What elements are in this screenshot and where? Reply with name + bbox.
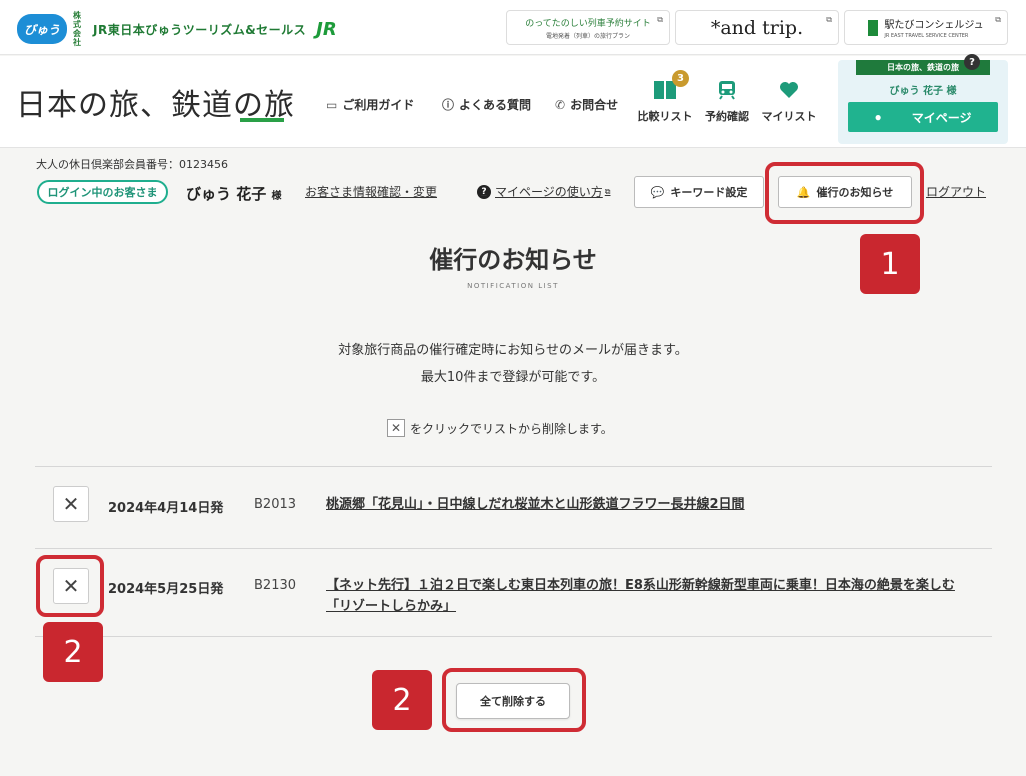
login-status-badge: ログイン中のお客さま <box>37 180 168 204</box>
nav-guide[interactable]: ▭ ご利用ガイド <box>326 96 414 113</box>
logo-rail-decoration <box>240 118 284 122</box>
divider <box>35 636 992 637</box>
eki-tabi-concierge-link[interactable]: 駅たびコンシェルジュ JR EAST TRAVEL SERVICE CENTER… <box>844 10 1008 45</box>
departure-date: 2024年5月25日発 <box>108 582 224 597</box>
heart-icon <box>777 80 801 100</box>
concierge-sub: JR EAST TRAVEL SERVICE CENTER <box>884 33 969 39</box>
question-icon: ⓘ <box>442 98 455 112</box>
annotation-box-2b <box>442 668 586 732</box>
user-honorific: 様 <box>271 191 282 202</box>
annotation-number-2a: 2 <box>43 622 103 682</box>
nav-contact-label: お問合せ <box>570 98 619 112</box>
help-icon[interactable]: ? <box>964 54 980 70</box>
compare-list-label: 比較リスト <box>637 110 693 123</box>
company-type: 株式会社 <box>73 11 81 47</box>
annotation-box-2a <box>36 555 104 617</box>
delete-hint-text: をクリックでリストから削除します。 <box>410 421 613 436</box>
train-booking-site-sub: 電地発着（列車）の旅行プラン <box>545 32 630 40</box>
and-trip-link[interactable]: *and trip. ⧉ <box>675 10 839 45</box>
mypage-button[interactable]: ● マイページ <box>848 102 998 132</box>
list-item: ✕ 2024年5月25日発 B2130 【ネット先行】１泊２日で楽しむ東日本列車… <box>35 549 992 636</box>
compare-count-badge: 3 <box>672 70 689 87</box>
external-link-icon: ⧉ <box>995 15 1001 24</box>
view-logo: びゅう <box>17 14 67 44</box>
keyword-settings-button[interactable]: 💬 キーワード設定 <box>634 176 764 208</box>
site-header: 日本の旅、鉄道の旅 ▭ ご利用ガイド ⓘ よくある質問 ✆ お問合せ 3 比較リ… <box>0 54 1026 148</box>
user-icon: ● <box>874 110 882 124</box>
page-title: 催行のお知らせ <box>429 246 597 274</box>
close-icon: ✕ <box>62 493 80 516</box>
chat-icon: 💬 <box>650 186 665 199</box>
external-link-icon: ⧉ <box>604 186 611 196</box>
panel-user-name: びゅう 花子 様 <box>889 86 957 97</box>
reservation-check[interactable]: 予約確認 <box>697 80 757 124</box>
annotation-number-2b: 2 <box>372 670 432 730</box>
and-trip-logo: *and trip. <box>710 16 804 39</box>
list-item: ✕ 2024年4月14日発 B2013 桃源郷「花見山」・日中線しだれ桜並木と山… <box>35 467 992 548</box>
user-name-text: びゅう 花子 <box>186 185 267 203</box>
mypage-help-label: マイページの使い方 <box>495 185 603 199</box>
mypage-panel: 日本の旅、鉄道の旅 ? びゅう 花子 様 ● マイページ <box>838 54 1008 144</box>
keyword-settings-label: キーワード設定 <box>670 187 748 199</box>
mypage-help-link[interactable]: ? マイページの使い方 ⧉ <box>477 183 610 200</box>
logout-link[interactable]: ログアウト <box>926 183 986 200</box>
train-icon <box>715 80 739 100</box>
concierge-title: 駅たびコンシェルジュ <box>884 20 984 31</box>
jr-logo: JR <box>316 18 337 40</box>
tour-code: B2130 <box>254 578 297 593</box>
phone-icon: ✆ <box>555 97 566 112</box>
nav-faq-label: よくある質問 <box>459 98 532 112</box>
nav-contact[interactable]: ✆ お問合せ <box>555 96 618 113</box>
mypage-button-label: マイページ <box>911 110 972 125</box>
nav-guide-label: ご利用ガイド <box>342 98 415 112</box>
company-name: JR東日本びゅうツーリズム&セールス <box>93 22 307 37</box>
tour-code: B2013 <box>254 497 297 512</box>
page-subtitle: NOTIFICATION LIST <box>467 282 559 290</box>
customer-info-link[interactable]: お客さま情報確認・変更 <box>305 183 437 200</box>
close-icon: ✕ <box>387 419 405 437</box>
description-line-2: 最大10件まで登録が可能です。 <box>420 370 606 385</box>
company-brand[interactable]: びゅう 株式会社 JR東日本びゅうツーリズム&セールス JR <box>17 11 337 47</box>
reservation-check-label: 予約確認 <box>705 110 749 123</box>
train-booking-site-title: のってたのしい列車予約サイト <box>525 18 651 29</box>
nav-faq[interactable]: ⓘ よくある質問 <box>442 96 531 113</box>
description-line-1: 対象旅行商品の催行確定時にお知らせのメールが届きます。 <box>338 343 688 358</box>
my-list[interactable]: マイリスト <box>759 80 819 124</box>
train-booking-site-link[interactable]: のってたのしい列車予約サイト 電地発着（列車）の旅行プラン ⧉ <box>506 10 670 45</box>
delete-hint: ✕ をクリックでリストから削除します。 <box>387 419 613 437</box>
page-description: 対象旅行商品の催行確定時にお知らせのメールが届きます。 最大10件まで登録が可能… <box>0 337 1026 391</box>
tour-title-link[interactable]: 桃源郷「花見山」・日中線しだれ桜並木と山形鉄道フラワー長井線2日間 <box>326 494 976 515</box>
question-icon: ? <box>477 184 491 199</box>
my-list-label: マイリスト <box>761 110 817 123</box>
compare-list[interactable]: 3 比較リスト <box>635 70 695 124</box>
external-link-icon: ⧉ <box>657 15 663 24</box>
annotation-box-1 <box>765 162 924 224</box>
external-link-icon: ⧉ <box>826 15 832 24</box>
book-icon: 3 <box>653 70 689 100</box>
tour-title-link[interactable]: 【ネット先行】１泊２日で楽しむ東日本列車の旅！E8系山形新幹線新型車両に乗車！日… <box>326 575 976 617</box>
member-number: 大人の休日倶楽部会員番号：0123456 <box>36 158 228 171</box>
book-icon: ▭ <box>326 97 338 112</box>
remove-item-button[interactable]: ✕ <box>53 486 89 522</box>
user-name: びゅう 花子 様 <box>186 183 281 204</box>
departure-date: 2024年4月14日発 <box>108 501 224 516</box>
top-bar: びゅう 株式会社 JR東日本びゅうツーリズム&セールス JR のってたのしい列車… <box>0 0 1026 55</box>
flag-icon <box>868 19 879 36</box>
